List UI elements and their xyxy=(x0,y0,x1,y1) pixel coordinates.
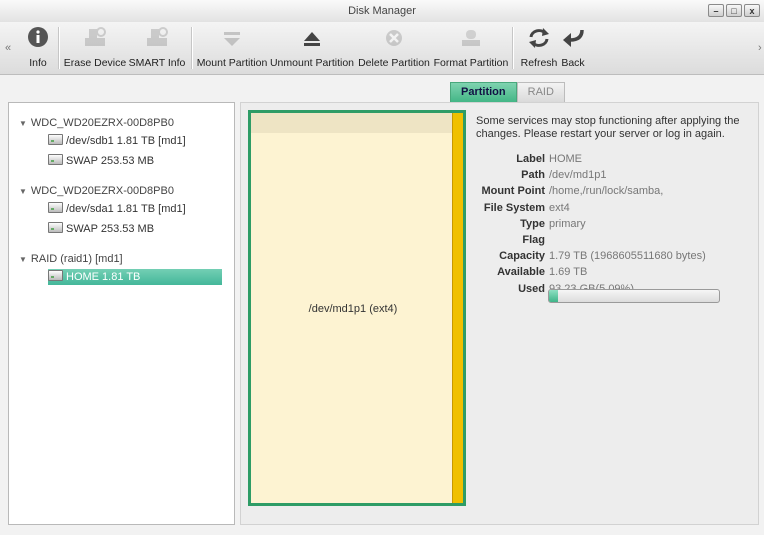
raid-name: RAID (raid1) [md1] xyxy=(30,253,123,265)
tree-item-label: /dev/sdb1 1.81 TB [md1] xyxy=(66,135,186,147)
detail-key: Mount Point xyxy=(481,185,545,198)
restart-notice: Some services may stop functioning after… xyxy=(476,115,740,140)
tab-raid[interactable]: RAID xyxy=(516,82,565,102)
device-tree: ▼ WDC_WD20EZRX-00D8PB0 /dev/sdb1 1.81 TB … xyxy=(8,102,235,525)
scroll-left-icon[interactable]: « xyxy=(5,42,11,54)
erase-device-button[interactable]: Erase Device xyxy=(61,22,129,74)
detail-key: Label xyxy=(516,153,545,165)
format-partition-button[interactable]: Format Partition xyxy=(432,22,510,74)
detail-row-capacity: Capacity 1.79 TB (1968605511680 bytes) xyxy=(476,248,756,264)
tree-item-swap-2[interactable]: SWAP 253.53 MB xyxy=(48,221,158,237)
disk-icon xyxy=(48,134,63,145)
window-controls: – □ x xyxy=(708,4,760,17)
disk-1-name: WDC_WD20EZRX-00D8PB0 xyxy=(30,117,174,129)
minimize-button[interactable]: – xyxy=(708,4,724,17)
tree-item-home[interactable]: HOME 1.81 TB xyxy=(48,269,222,285)
detail-key: File System xyxy=(483,201,545,214)
unmount-partition-button[interactable]: Unmount Partition xyxy=(269,22,355,74)
detail-row-label: Label HOME xyxy=(476,151,756,167)
tree-item-swap-1[interactable]: SWAP 253.53 MB xyxy=(48,153,158,169)
erase-device-label: Erase Device xyxy=(63,57,127,69)
detail-value: 1.79 TB (1968605511680 bytes) xyxy=(549,250,706,263)
mount-partition-button[interactable]: Mount Partition xyxy=(195,22,269,74)
tree-item-label: /dev/sda1 1.81 TB [md1] xyxy=(66,203,186,215)
detail-key: Type xyxy=(520,217,545,230)
detail-value: ext4 xyxy=(549,201,570,214)
detail-row-flag: Flag xyxy=(476,232,756,248)
delete-partition-button[interactable]: Delete Partition xyxy=(356,22,432,74)
format-icon xyxy=(462,30,480,46)
delete-icon xyxy=(386,30,402,46)
disk-icon xyxy=(48,270,63,281)
info-label: Info xyxy=(29,57,47,69)
smart-info-button[interactable]: SMART Info xyxy=(127,22,187,74)
info-icon xyxy=(28,27,48,47)
tree-item-label: HOME 1.81 TB xyxy=(66,271,141,283)
main-content: Partition RAID ▼ WDC_WD20EZRX-00D8PB0 /de… xyxy=(0,75,764,535)
close-button[interactable]: x xyxy=(744,4,760,17)
partition-map-label: /dev/md1p1 (ext4) xyxy=(308,303,398,315)
detail-key: Flag xyxy=(522,233,545,246)
detail-key: Used xyxy=(518,282,545,295)
eject-icon xyxy=(304,32,320,46)
disk-icon xyxy=(48,202,63,213)
detail-row-file-system: File System ext4 xyxy=(476,200,756,216)
window-title: Disk Manager xyxy=(348,5,416,17)
detail-value: /home,/run/lock/samba, xyxy=(549,185,664,198)
scroll-right-icon[interactable]: › xyxy=(758,42,762,54)
format-partition-label: Format Partition xyxy=(433,57,509,69)
disk-manager-window: Disk Manager – □ x « › Info Erase Device xyxy=(0,0,764,535)
back-label: Back xyxy=(561,57,585,69)
toolbar-separator xyxy=(58,27,60,69)
disk-icon xyxy=(48,222,63,233)
detail-row-available: Available 1.69 TB xyxy=(476,264,756,280)
back-button[interactable]: Back xyxy=(555,22,591,74)
detail-row-mount-point: Mount Point/home,/run/lock/samba, xyxy=(476,183,756,199)
unmount-partition-label: Unmount Partition xyxy=(269,57,355,69)
toolbar: « › Info Erase Device SMART Info Mount P… xyxy=(0,22,764,75)
tree-item-label: SWAP 253.53 MB xyxy=(66,155,155,167)
detail-key: Capacity xyxy=(499,250,545,263)
partition-map-header xyxy=(251,113,455,133)
usage-progress-bar xyxy=(548,289,720,303)
view-tabs: Partition RAID xyxy=(450,82,565,102)
disk-2-name: WDC_WD20EZRX-00D8PB0 xyxy=(30,185,174,197)
detail-value: 1.69 TB xyxy=(549,266,588,279)
detail-row-type: Type primary xyxy=(476,216,756,232)
info-button[interactable]: Info xyxy=(20,22,56,74)
detail-key: Available xyxy=(497,266,545,279)
mount-partition-label: Mount Partition xyxy=(196,57,268,69)
smart-info-label: SMART Info xyxy=(128,57,186,69)
tree-node-raid[interactable]: ▼ RAID (raid1) [md1] xyxy=(19,253,123,265)
delete-partition-label: Delete Partition xyxy=(358,57,430,69)
expand-triangle-icon[interactable]: ▼ xyxy=(19,119,27,128)
detail-key: Path xyxy=(521,169,545,182)
tree-item-sdb1[interactable]: /dev/sdb1 1.81 TB [md1] xyxy=(48,133,190,149)
smart-info-icon xyxy=(147,27,168,46)
usage-progress-fill xyxy=(549,290,558,302)
mount-icon xyxy=(224,32,240,46)
partition-details: Label HOME Path/dev/md1p1 Mount Point/hom… xyxy=(476,151,756,297)
disk-icon xyxy=(48,154,63,165)
expand-triangle-icon[interactable]: ▼ xyxy=(19,255,27,264)
refresh-icon xyxy=(529,28,549,48)
back-icon xyxy=(563,29,584,47)
maximize-button[interactable]: □ xyxy=(726,4,742,17)
expand-triangle-icon[interactable]: ▼ xyxy=(19,187,27,196)
tree-item-sda1[interactable]: /dev/sda1 1.81 TB [md1] xyxy=(48,201,190,217)
toolbar-separator xyxy=(191,27,193,69)
title-bar: Disk Manager – □ x xyxy=(0,0,764,23)
detail-row-path: Path/dev/md1p1 xyxy=(476,167,756,183)
partition-map[interactable]: /dev/md1p1 (ext4) xyxy=(248,110,466,506)
detail-value: /dev/md1p1 xyxy=(549,169,607,182)
tree-item-label: SWAP 253.53 MB xyxy=(66,223,155,235)
toolbar-separator xyxy=(512,27,514,69)
erase-device-icon xyxy=(85,27,106,46)
tab-partition[interactable]: Partition xyxy=(450,82,517,102)
tree-node-disk-1[interactable]: ▼ WDC_WD20EZRX-00D8PB0 xyxy=(19,117,174,129)
tree-node-disk-2[interactable]: ▼ WDC_WD20EZRX-00D8PB0 xyxy=(19,185,174,197)
detail-value: primary xyxy=(549,217,586,230)
detail-value: HOME xyxy=(549,153,582,165)
